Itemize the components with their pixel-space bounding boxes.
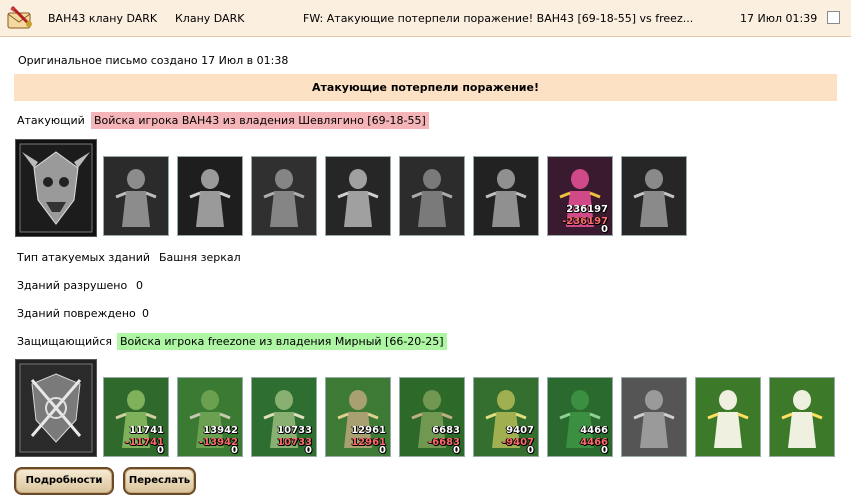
defender-name: Войска игрока freezone из владения Мирны… — [117, 333, 447, 350]
select-checkbox[interactable] — [827, 11, 840, 24]
sender: ВАН43 клану DARK — [48, 12, 158, 25]
recipient: Клану DARK — [175, 12, 245, 25]
date: 17 Июл 01:39 — [740, 12, 818, 25]
glowing-pawn-unit — [695, 377, 761, 457]
gargoyle-unit — [325, 156, 391, 236]
subject[interactable]: FW: Атакующие потерпели поражение! ВАН43… — [303, 12, 693, 25]
sword-mail-icon — [7, 5, 32, 29]
attacker-label: Атакующий — [17, 114, 85, 127]
buildings-destroyed-value: 0 — [136, 279, 143, 292]
unit-count-n3: 0 — [305, 445, 312, 456]
details-button[interactable]: Подробности — [14, 467, 114, 495]
attacker-name: Войска игрока ВАН43 из владения Шевлягин… — [91, 112, 429, 129]
forward-button[interactable]: Переслать — [123, 467, 196, 495]
unit-count-n1: 6683 — [432, 425, 460, 436]
buildings-damaged-label: Зданий повреждено — [17, 307, 136, 320]
unit-count-n3: 0 — [231, 445, 238, 456]
glowing-pawn-unit — [769, 377, 835, 457]
attacker-emblem — [15, 139, 97, 237]
reaper-unit — [621, 156, 687, 236]
dwarf-unit: 11741 -11741 0 — [103, 377, 169, 457]
unit-count-n1: 13942 — [203, 425, 238, 436]
archer-unit: 6683 -6683 0 — [399, 377, 465, 457]
unit-count-n3: 0 — [157, 445, 164, 456]
werewolf-unit — [251, 156, 317, 236]
druid-unit: 4466 4466 0 — [547, 377, 613, 457]
unit-count-n1: 10733 — [277, 425, 312, 436]
unit-count-n1: 9407 — [506, 425, 534, 436]
unit-count-n3: 0 — [601, 445, 608, 456]
defender-emblem — [15, 359, 97, 457]
pikeman-unit: 13942 -13942 0 — [177, 377, 243, 457]
succubus-unit: 236197 -236197 0 — [547, 156, 613, 236]
dark-monk-unit — [473, 156, 539, 236]
buildings-damaged-value: 0 — [142, 307, 149, 320]
bone-dragon-unit — [103, 156, 169, 236]
skeleton-knight-unit — [177, 156, 243, 236]
unit-count-n3: 0 — [527, 445, 534, 456]
result-banner: Атакующие потерпели поражение! — [14, 74, 837, 101]
building-type-value: Башня зеркал — [159, 251, 241, 264]
unit-count-n3: 0 — [453, 445, 460, 456]
knight-unit: 10733 10733 0 — [251, 377, 317, 457]
stone-golem-unit — [621, 377, 687, 457]
original-note: Оригинальное письмо создано 17 Июл в 01:… — [18, 54, 289, 67]
elf-dancer-unit: 9407 -9407 0 — [473, 377, 539, 457]
unit-count-n1: 236197 — [566, 204, 608, 215]
unit-count-n1: 12961 — [351, 425, 386, 436]
message-header: ВАН43 клану DARK Клану DARK FW: Атакующи… — [0, 0, 851, 37]
unit-count-n1: 11741 — [129, 425, 164, 436]
building-type-label: Тип атакуемых зданий — [17, 251, 151, 264]
beast-unit — [399, 156, 465, 236]
unit-count-n3: 0 — [601, 224, 608, 235]
griffin-unit: 12961 12961 0 — [325, 377, 391, 457]
defender-label: Защищающийся — [17, 335, 112, 348]
buildings-destroyed-label: Зданий разрушено — [17, 279, 128, 292]
unit-count-n3: 0 — [379, 445, 386, 456]
unit-count-n1: 4466 — [580, 425, 608, 436]
